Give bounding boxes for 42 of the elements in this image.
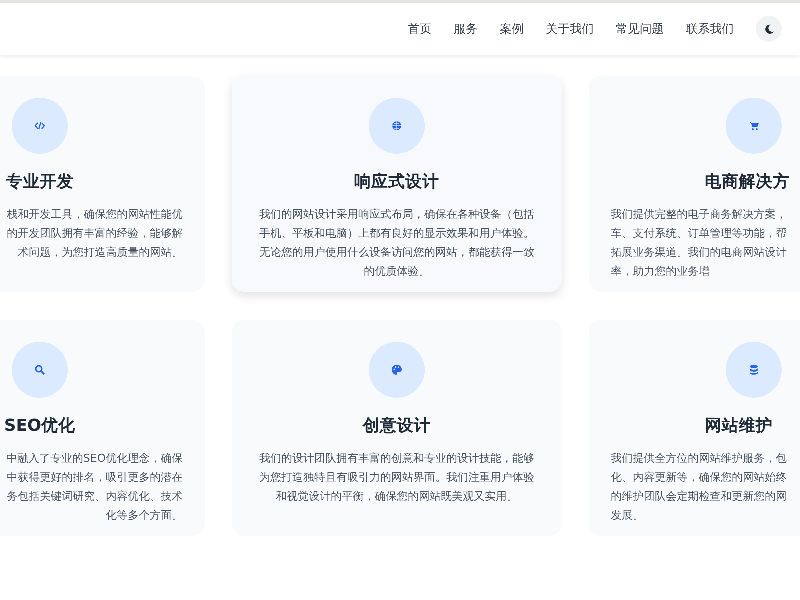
description-line: 的维护团队会定期检查和更新您的网 [611,489,787,505]
nav-link[interactable]: 案例 [500,20,524,38]
description-line: 术问题，为您打造高质量的网站。 [18,245,183,261]
description-line: 手机、平板和电脑）上都有良好的显示效果和用户体验。 [260,226,534,242]
nav-link[interactable]: 关于我们 [546,20,594,38]
palette-icon [391,364,403,376]
description-line: 中融入了专业的SEO优化理念，确保 [6,451,183,467]
search-icon [34,364,46,376]
nav-link[interactable]: 联系我们 [686,20,734,38]
card-title: 网站维护 [704,415,774,437]
nav-link[interactable]: 首页 [408,20,432,38]
description-line: 我们提供全方位的网站维护服务，包 [611,451,787,467]
description-line: 我们的网站设计采用响应式布局，确保在各种设备（包括 [260,207,534,223]
description-line: 的开发团队拥有丰富的经验，能够解 [7,226,183,242]
description-line: 务包括关键词研究、内容优化、技术 [7,489,183,505]
theme-toggle-button[interactable] [756,16,782,42]
card-title: 电商解决方 [704,171,791,193]
description-line: 发展。 [611,508,644,524]
description-line: 化、内容更新等，确保您的网站始终 [611,470,787,486]
description-line: 率，助力您的业务增 [611,264,710,280]
card-title: 响应式设计 [354,171,440,193]
card-title: SEO优化 [3,415,77,437]
database-icon [748,364,760,376]
description-line: 无论您的用户使用什么设备访问您的网站，都能获得一致 [260,245,534,261]
description-line: 我们提供完整的电子商务解决方案， [611,207,787,223]
cart-icon [748,120,760,132]
card-title: 创意设计 [362,415,432,437]
description-line: 化等多个方面。 [106,508,183,524]
description-line: 栈和开发工具，确保您的网站性能优 [7,207,183,223]
moon-icon [764,24,774,34]
globe-icon [391,120,403,132]
description-line: 的优质体验。 [364,264,430,280]
description-line: 我们的设计团队拥有丰富的创意和专业的设计技能，能够 [260,451,534,467]
description-line: 中获得更好的排名，吸引更多的潜在 [7,470,183,486]
code-icon [34,120,46,132]
card-title: 专业开发 [5,171,75,193]
nav-link[interactable]: 常见问题 [616,20,664,38]
description-line: 为您打造独特且有吸引力的网站界面。我们注重用户体验 [260,470,534,486]
nav-link[interactable]: 服务 [454,20,478,38]
description-line: 拓展业务渠道。我们的电商网站设计 [611,245,787,261]
description-line: 和视觉设计的平衡，确保您的网站既美观又实用。 [276,489,518,505]
description-line: 车、支付系统、订单管理等功能，帮 [611,226,787,242]
